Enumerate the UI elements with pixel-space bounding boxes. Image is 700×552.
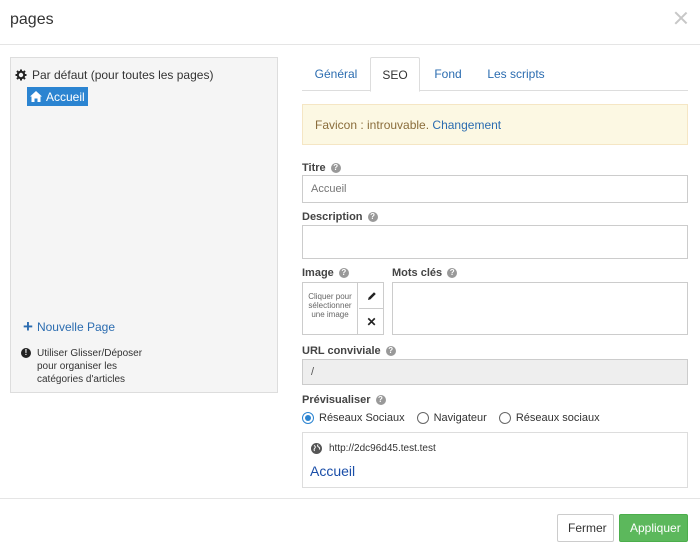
- preview-title[interactable]: Accueil: [310, 463, 355, 479]
- radio-navigateur[interactable]: Navigateur: [416, 412, 487, 424]
- titre-label: Titre ?: [302, 162, 341, 174]
- radio-label: Réseaux Sociaux: [319, 412, 405, 424]
- url-label-text: URL conviviale: [302, 345, 381, 357]
- image-label: Image ?: [302, 267, 349, 279]
- globe-icon: [311, 443, 322, 454]
- tree-item-accueil[interactable]: Accueil: [27, 87, 88, 106]
- edit-image-button[interactable]: [359, 283, 384, 309]
- description-label: Description ?: [302, 211, 378, 223]
- radio-circle: [498, 412, 511, 424]
- hint-text: Utiliser Glisser/Déposer pour organiser …: [37, 348, 143, 385]
- help-icon: ?: [338, 268, 349, 278]
- tab-general[interactable]: Général: [302, 57, 370, 91]
- radio-reseaux-sociaux[interactable]: Réseaux Sociaux: [302, 412, 405, 424]
- dialog-header: pages: [0, 0, 700, 45]
- tree-root-default[interactable]: Par défaut (pour toutes les pages): [15, 68, 213, 82]
- favicon-alert: Favicon : introuvable. Changement: [302, 104, 688, 145]
- favicon-alert-text: Favicon : introuvable.: [315, 118, 430, 132]
- close-button[interactable]: Fermer: [557, 514, 614, 542]
- preview-url-text: http://2dc96d45.test.test: [329, 443, 436, 454]
- close-icon[interactable]: [674, 11, 688, 25]
- tab-seo[interactable]: SEO: [370, 57, 420, 92]
- dialog-title: pages: [10, 11, 54, 28]
- preview-label: Prévisualiser ?: [302, 394, 386, 406]
- tab-fond[interactable]: Fond: [422, 57, 474, 91]
- close-icon: ✕: [366, 314, 377, 329]
- help-icon: ?: [330, 163, 341, 173]
- radio-label: Navigateur: [433, 412, 487, 424]
- help-icon: ?: [367, 212, 378, 222]
- help-icon: ?: [375, 395, 386, 405]
- help-icon: ?: [385, 346, 396, 356]
- tree-item-label: Accueil: [46, 89, 85, 104]
- radio-reseaux-sociaux-2[interactable]: Réseaux sociaux: [498, 412, 600, 424]
- radio-label: Réseaux sociaux: [515, 412, 600, 424]
- url-input[interactable]: [302, 359, 688, 385]
- titre-label-text: Titre: [302, 162, 326, 174]
- description-label-text: Description: [302, 211, 363, 223]
- image-picker: Cliquer pour sélectionner une image ✕: [302, 282, 384, 335]
- image-label-text: Image: [302, 267, 334, 279]
- favicon-change-link[interactable]: Changement: [432, 118, 501, 132]
- gear-icon: [15, 69, 27, 81]
- motscles-label: Mots clés ?: [392, 267, 458, 279]
- new-page-link[interactable]: + Nouvelle Page: [23, 317, 115, 336]
- remove-image-button[interactable]: ✕: [359, 309, 384, 334]
- tab-bar: Général SEO Fond Les scripts: [302, 57, 688, 92]
- radio-circle: [416, 412, 429, 424]
- drag-drop-hint: ! Utiliser Glisser/Déposer pour organise…: [21, 347, 149, 386]
- preview-mode-group: Réseaux Sociaux Navigateur Réseaux socia…: [302, 412, 612, 424]
- pencil-icon: [367, 291, 376, 300]
- exclamation-icon: !: [21, 348, 31, 358]
- plus-icon: +: [23, 317, 33, 336]
- tab-scripts[interactable]: Les scripts: [476, 57, 556, 91]
- preview-card: http://2dc96d45.test.test Accueil: [302, 432, 688, 488]
- description-textarea[interactable]: [302, 225, 688, 259]
- image-select-area[interactable]: Cliquer pour sélectionner une image: [303, 283, 358, 334]
- radio-circle: [302, 412, 314, 424]
- motscles-label-text: Mots clés: [392, 267, 443, 279]
- home-icon: [30, 91, 42, 102]
- new-page-label: Nouvelle Page: [36, 320, 115, 334]
- preview-label-text: Prévisualiser: [302, 394, 371, 406]
- tree-root-label: Par défaut (pour toutes les pages): [32, 68, 214, 82]
- help-icon: ?: [447, 268, 458, 278]
- motscles-textarea[interactable]: [392, 282, 688, 335]
- dialog-footer: Fermer Appliquer: [0, 498, 700, 552]
- apply-button[interactable]: Appliquer: [619, 514, 688, 542]
- url-label: URL conviviale ?: [302, 345, 396, 357]
- preview-url: http://2dc96d45.test.test: [311, 443, 436, 454]
- page-tree-panel: Par défaut (pour toutes les pages) Accue…: [10, 57, 278, 393]
- titre-input[interactable]: [302, 175, 688, 203]
